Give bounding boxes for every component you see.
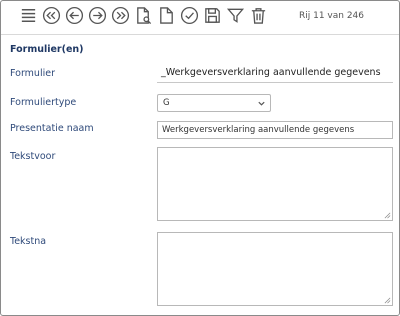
formulier-label: Formulier [10, 68, 55, 79]
tekstna-textarea[interactable] [157, 232, 393, 306]
formulier-value: _Werkgeversverklaring aanvullende gegeve… [157, 65, 393, 83]
row-counter: Rij 11 van 246 [299, 11, 365, 21]
search-document-icon[interactable] [134, 6, 153, 25]
next-record-icon[interactable] [88, 6, 107, 25]
last-record-icon[interactable] [111, 6, 130, 25]
list-icon[interactable] [19, 6, 38, 25]
formuliertype-selected-value: G [163, 98, 170, 108]
formuliertype-label: Formuliertype [10, 97, 77, 108]
formuliertype-select[interactable]: G [157, 94, 271, 112]
tekstna-label: Tekstna [10, 236, 47, 247]
section-title: Formulier(en) [10, 44, 84, 55]
tekstvoor-textarea[interactable] [157, 147, 393, 221]
presentatie-naam-input[interactable] [157, 121, 393, 139]
resize-grip-icon[interactable] [384, 212, 391, 219]
toolbar: Rij 11 van 246 [1, 1, 399, 35]
save-icon[interactable] [203, 6, 222, 25]
first-record-icon[interactable] [42, 6, 61, 25]
form-window: Rij 11 van 246 Formulier(en) Formulier _… [0, 0, 400, 316]
chevron-down-icon [258, 101, 265, 106]
filter-icon[interactable] [226, 6, 245, 25]
presentatie-naam-label: Presentatie naam [10, 123, 94, 134]
validate-icon[interactable] [180, 6, 199, 25]
resize-grip-icon[interactable] [384, 297, 391, 304]
tekstvoor-label: Tekstvoor [10, 151, 56, 162]
previous-record-icon[interactable] [65, 6, 84, 25]
delete-icon[interactable] [249, 6, 268, 25]
new-document-icon[interactable] [157, 6, 176, 25]
